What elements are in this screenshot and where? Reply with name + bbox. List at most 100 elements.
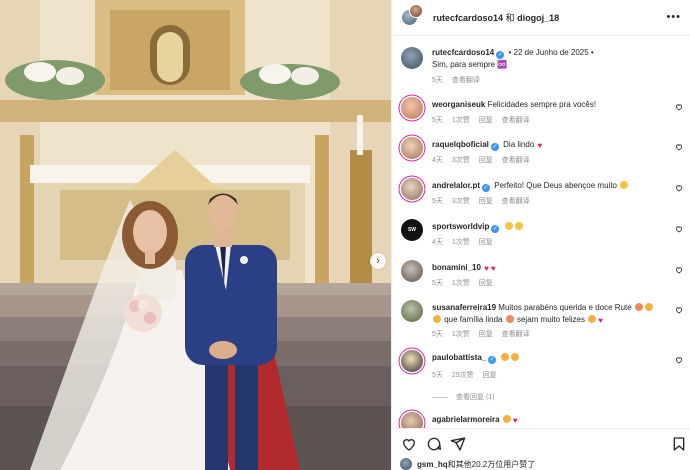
verified-icon: ✓ <box>491 225 500 233</box>
heart-emoji: ♥ <box>537 141 543 150</box>
comment-username[interactable]: raquelqboficial <box>432 140 489 149</box>
chevron-right-icon: › <box>376 255 380 267</box>
avatar[interactable]: SW <box>401 219 423 241</box>
comment-body-line2b: sejam muito felizes <box>516 315 585 324</box>
face-emoji <box>433 315 441 323</box>
comment-username[interactable]: susanaferreira19 <box>432 303 496 312</box>
see-translation-button[interactable]: 查看翻译 <box>502 331 530 338</box>
comment-meta: 4天 1次赞 回复 <box>432 237 500 247</box>
comment-likes[interactable]: 3次赞 <box>452 198 470 205</box>
caption-meta: 5天 查看翻译 <box>432 75 487 85</box>
bookmark-icon[interactable] <box>671 436 687 452</box>
avatar[interactable] <box>401 412 423 428</box>
comment-username[interactable]: agabrielarmoreira <box>432 415 500 424</box>
see-translation-button[interactable]: 查看翻译 <box>502 157 530 164</box>
heart-icon[interactable] <box>675 103 683 111</box>
comment-meta: 4天 3次赞 回复 查看翻译 <box>432 155 537 165</box>
heart-eyes-emoji <box>511 353 520 361</box>
heart-emoji: ♥ <box>512 416 518 425</box>
reply-button[interactable]: 回复 <box>479 198 493 205</box>
avatar[interactable] <box>401 300 423 322</box>
comment-likes[interactable]: 3次赞 <box>452 157 470 164</box>
avatar[interactable] <box>401 137 423 159</box>
comment-likes[interactable]: 29次赞 <box>452 372 474 379</box>
avatar <box>409 3 423 18</box>
comment-meta: 5天 3次赞 回复 查看翻译 <box>432 196 537 206</box>
face-emoji <box>502 415 511 423</box>
reply-button[interactable]: 回复 <box>479 331 493 338</box>
avatar[interactable] <box>401 350 423 372</box>
praying-hands-emoji <box>620 181 629 189</box>
comment-username[interactable]: weorganiseuk <box>432 100 485 109</box>
avatar[interactable] <box>401 47 423 69</box>
comment-text: agabrielarmoreira ♥ <box>432 414 669 426</box>
caption-username[interactable]: rutecfcardoso14 <box>432 48 494 57</box>
comment-likes[interactable]: 1次赞 <box>452 239 470 246</box>
post-photo[interactable]: › <box>0 0 391 470</box>
face-emoji <box>588 315 597 323</box>
praying-hands-emoji <box>504 222 513 230</box>
sportsworld-logo-icon: SW <box>407 227 417 233</box>
comment-text: susanaferreira19 Muitos parabéns querida… <box>432 302 669 326</box>
comment-username[interactable]: sportsworldvip <box>432 222 489 231</box>
comment-body: Muitos parabéns querida e doce Rute <box>498 303 632 312</box>
party-emoji <box>505 315 514 323</box>
comment-age: 5天 <box>432 372 443 379</box>
heart-icon[interactable] <box>675 143 683 151</box>
comment-icon[interactable] <box>426 436 442 452</box>
heart-icon[interactable] <box>675 184 683 192</box>
reply-button[interactable]: 回复 <box>479 239 493 246</box>
comment-age: 4天 <box>432 239 443 246</box>
reply-button[interactable]: 回复 <box>479 117 493 124</box>
comment-meta: 5天 1次赞 回复 <box>432 278 500 288</box>
heart-icon[interactable] <box>675 356 683 364</box>
reply-button[interactable]: 回复 <box>483 372 497 379</box>
more-icon[interactable]: ••• <box>666 12 681 23</box>
face-emoji <box>644 303 653 311</box>
caption-body: Sim, para sempre <box>432 60 496 69</box>
comment-username[interactable]: andrelalor.pt <box>432 181 480 190</box>
likes-first-user[interactable]: gsm_hq <box>417 460 448 469</box>
party-emoji <box>634 303 643 311</box>
header-user-2[interactable]: diogoj_18 <box>517 13 559 23</box>
comment-text: paulobattista_ ✓ <box>432 352 669 364</box>
header-user-1[interactable]: rutecfcardoso14 <box>433 13 503 23</box>
comment-age: 5天 <box>432 117 443 124</box>
see-translation-button[interactable]: 查看翻译 <box>502 198 530 205</box>
comment-age: 5天 <box>432 198 443 205</box>
share-icon[interactable] <box>450 436 466 452</box>
see-translation-button[interactable]: 查看翻译 <box>452 77 480 84</box>
heart-icon[interactable] <box>675 225 683 233</box>
comment-username[interactable]: paulobattista_ <box>432 353 486 362</box>
comment-body: Felicidades sempre pra vocês! <box>487 100 597 109</box>
caption-text: rutecfcardoso14 ✓ • 22 de Junho de 2025 •… <box>432 48 594 69</box>
next-photo-button[interactable]: › <box>370 253 386 269</box>
comment-meta: 5天 1次赞 回复 查看翻译 <box>432 329 537 339</box>
comment-likes[interactable]: 1次赞 <box>452 331 470 338</box>
likes-summary[interactable]: gsm_hq 和其他20.2万位用户赞了 <box>400 458 535 470</box>
comment-age: 5天 <box>432 280 443 287</box>
heart-emoji: ♥ <box>484 264 489 273</box>
header-usernames: rutecfcardoso14 和 diogoj_18 <box>433 11 559 24</box>
comment-text: weorganiseuk Felicidades sempre pra você… <box>432 99 669 111</box>
comment-text: raquelqboficial ✓ Dia lindo ♥ <box>432 139 669 151</box>
infinity-emoji: ♾️ <box>497 60 508 69</box>
header-avatars[interactable] <box>401 3 427 31</box>
comment-body: Dia lindo <box>503 140 535 149</box>
avatar[interactable] <box>401 260 423 282</box>
comment-text: bonamini_10 ♥ ♥ <box>432 262 669 274</box>
heart-icon[interactable] <box>675 306 683 314</box>
reply-button[interactable]: 回复 <box>479 157 493 164</box>
view-replies-button[interactable]: 查看回复 (1) <box>432 392 495 402</box>
comment-likes[interactable]: 1次赞 <box>452 280 470 287</box>
avatar[interactable] <box>401 178 423 200</box>
comment-username[interactable]: bonamini_10 <box>432 263 481 272</box>
avatar[interactable] <box>401 97 423 119</box>
reply-button[interactable]: 回复 <box>479 280 493 287</box>
comment-likes[interactable]: 1次赞 <box>452 117 470 124</box>
heart-icon[interactable] <box>675 266 683 274</box>
post-header: rutecfcardoso14 和 diogoj_18 ••• <box>392 0 690 36</box>
heart-icon[interactable] <box>401 436 417 452</box>
see-translation-button[interactable]: 查看翻译 <box>502 117 530 124</box>
comments-list[interactable]: rutecfcardoso14 ✓ • 22 de Junho de 2025 •… <box>392 36 690 428</box>
